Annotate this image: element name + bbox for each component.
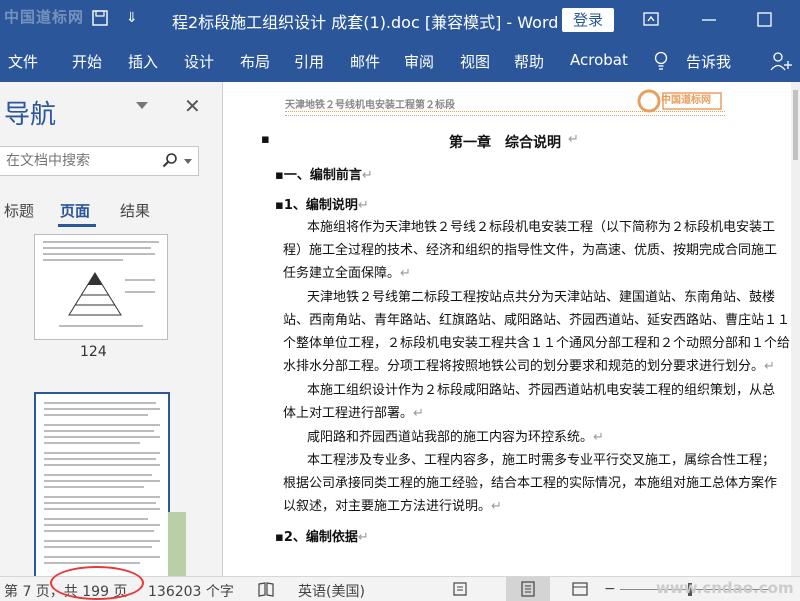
window-title: 程2标段施工组织设计 成套(1).doc [兼容模式] - Word — [172, 13, 559, 32]
thumbnail-image-fragment — [168, 512, 186, 576]
print-layout-icon[interactable] — [520, 581, 536, 597]
body-line: 本施组将作为天津地铁２号线２标段机电安装工程（以下简称为２标段机电安装工 — [307, 220, 776, 235]
title-bar: 中国道标网 ⇓ 程2标段施工组织设计 成套(1).doc [兼容模式] - Wo… — [0, 0, 800, 40]
pyramid-diagram — [68, 272, 122, 316]
minimize-icon[interactable] — [696, 8, 722, 32]
tab-view[interactable]: 视图 — [460, 51, 490, 72]
page-header-text: 天津地铁２号线机电安装工程第２标段 — [285, 100, 455, 111]
tab-design[interactable]: 设计 — [184, 51, 214, 72]
tell-me-search[interactable]: 告诉我 — [686, 51, 731, 72]
subsection-heading: ▪2、编制依据↵ — [275, 530, 369, 545]
language-status[interactable]: 英语(美国) — [298, 581, 365, 601]
tab-acrobat[interactable]: Acrobat — [570, 51, 628, 69]
tab-references[interactable]: 引用 — [294, 51, 324, 72]
zoom-out-button[interactable]: − — [604, 581, 616, 597]
thumbnail-page-number: 124 — [80, 344, 107, 360]
maximize-icon[interactable] — [752, 8, 778, 32]
ribbon-display-icon[interactable] — [638, 8, 664, 32]
header-logo-text: 中国道标网 — [661, 95, 711, 106]
web-layout-icon[interactable] — [572, 581, 588, 597]
body-line: 体上对工程进行部署。↵ — [283, 406, 424, 421]
tab-headings[interactable]: 标题 — [4, 200, 34, 221]
proofing-book-icon[interactable] — [258, 581, 274, 597]
save-icon[interactable] — [92, 10, 108, 26]
section-heading: ▪一、编制前言↵ — [275, 168, 373, 183]
tab-layout[interactable]: 布局 — [240, 51, 270, 72]
word-count-status[interactable]: 136203 个字 — [148, 581, 234, 601]
body-line: 本施工组织设计作为２标段咸阳路站、芥园西道站机电安装工程的组织策划，从总 — [307, 383, 776, 398]
body-line: 水排水分部工程。分项工程将按照地铁公司的划分要求和规范的划分要求进行划分。↵ — [283, 359, 775, 374]
navigation-pane: 导航 ✕ 标题 页面 结果 124 — [0, 82, 223, 580]
search-options-chevron-icon[interactable] — [184, 159, 192, 164]
page-thumbnail-selected[interactable] — [34, 392, 170, 580]
body-line: 咸阳路和芥园西道站我部的施工内容为环控系统。↵ — [307, 430, 604, 445]
nav-options-chevron-icon[interactable] — [136, 102, 148, 109]
body-line: 站、西南角站、青年路站、红旗路站、咸阳路站、芥园西道站、延安西路站、曹庄站１１ — [283, 313, 791, 328]
tab-review[interactable]: 审阅 — [404, 51, 434, 72]
nav-search-box[interactable] — [0, 146, 199, 176]
tab-file[interactable]: 文件 — [8, 51, 38, 72]
body-line: 根据公司承接同类工程的施工经验，结合本工程的实际情况，本施组对施工总体方案作 — [283, 476, 778, 491]
body-line: 任务建立全面保障。↵ — [283, 266, 411, 281]
body-line: 程）施工全过程的技术、经济和组织的指导性文件，为高速、优质、按期完成合同施工 — [283, 243, 778, 258]
tab-results[interactable]: 结果 — [120, 200, 150, 221]
empty-para-bullet: ▪ — [261, 132, 270, 147]
chapter-heading: 第一章 综合说明 — [449, 135, 561, 151]
body-line: 本工程涉及专业多、工程内容多，施工时需多专业平行交叉施工，属综合性工程； — [307, 453, 776, 468]
login-button[interactable]: 登录 — [562, 8, 614, 32]
body-line: 天津地铁２号线第二标段工程按站点共分为天津站站、建国道站、东南角站、鼓楼 — [307, 290, 776, 305]
page-thumbnail[interactable] — [34, 234, 168, 340]
tab-home[interactable]: 开始 — [72, 51, 102, 72]
active-tab-underline — [58, 224, 96, 227]
tab-pages[interactable]: 页面 — [60, 200, 90, 221]
watermark: 中国道标网 — [4, 8, 85, 26]
document-page[interactable]: 天津地铁２号线机电安装工程第２标段 中国道标网 ▪ 第一章 综合说明 ↵ ▪一、… — [223, 82, 791, 576]
focus-mode-icon[interactable] — [452, 581, 468, 597]
body-line: 个整体单位工程，２标段机电安装工程共含１１个通风分部工程和２个动照分部和１个给 — [283, 336, 791, 351]
red-annotation-ellipse — [50, 566, 144, 600]
share-person-icon[interactable] — [770, 51, 794, 71]
ribbon-tab-bar: 文件 开始 插入 设计 布局 引用 邮件 审阅 视图 帮助 Acrobat 告诉… — [0, 40, 800, 82]
subsection-heading: ▪1、编制说明↵ — [275, 198, 369, 213]
close-icon[interactable]: ✕ — [184, 94, 201, 118]
nav-search-input[interactable] — [4, 150, 158, 172]
site-watermark: www.cndao.com — [656, 579, 794, 597]
lightbulb-icon[interactable] — [654, 51, 668, 71]
tab-insert[interactable]: 插入 — [128, 51, 158, 72]
document-area[interactable]: 天津地铁２号线机电安装工程第２标段 中国道标网 ▪ 第一章 综合说明 ↵ ▪一、… — [223, 82, 800, 576]
customize-quick-access-icon[interactable]: ⇓ — [126, 10, 138, 26]
search-icon[interactable] — [162, 152, 178, 168]
tab-help[interactable]: 帮助 — [514, 51, 544, 72]
nav-pane-title: 导航 — [4, 100, 57, 130]
tab-mailings[interactable]: 邮件 — [350, 51, 380, 72]
scrollbar-thumb[interactable] — [793, 90, 798, 160]
body-line: 以叙述，对主要施工方法进行说明。↵ — [283, 499, 502, 514]
